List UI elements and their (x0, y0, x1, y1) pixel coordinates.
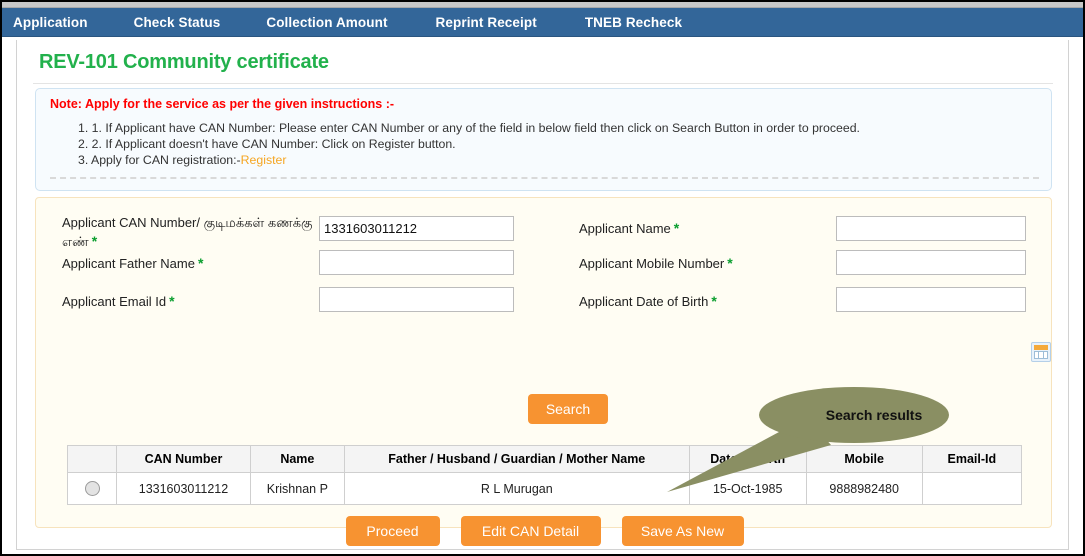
search-form-panel: Applicant CAN Number/ குடிமக்கள் கணக்கு … (35, 197, 1052, 546)
label-mobile-number: Applicant Mobile Number * (579, 254, 834, 273)
nav-item-application[interactable]: Application (13, 15, 88, 30)
nav-item-check-status[interactable]: Check Status (134, 15, 221, 30)
action-button-row: Proceed Edit CAN Detail Save As New (36, 516, 1053, 546)
note-instructions-list: 1. 1. If Applicant have CAN Number: Plea… (78, 120, 1038, 168)
row-radio-button[interactable] (84, 481, 100, 497)
email-id-input[interactable] (319, 287, 514, 312)
note-instruction-3: 3. Apply for CAN registration:-Register (78, 152, 1038, 168)
proceed-button[interactable]: Proceed (345, 516, 440, 546)
required-marker: * (169, 293, 175, 309)
edit-can-detail-button[interactable]: Edit CAN Detail (460, 516, 601, 546)
required-marker: * (197, 255, 204, 271)
instructions-note-box: Note: Apply for the service as per the g… (35, 88, 1052, 191)
note-dashed-divider (50, 177, 1039, 179)
search-button[interactable]: Search (528, 394, 608, 424)
required-marker: * (727, 255, 733, 271)
column-header-father-name: Father / Husband / Guardian / Mother Nam… (343, 445, 690, 473)
callout-label: Search results (825, 407, 923, 423)
main-navigation-bar: Application Check Status Collection Amou… (2, 8, 1083, 37)
required-marker: * (673, 220, 680, 236)
column-header-select (66, 445, 118, 473)
content-panel: REV-101 Community certificate Note: Appl… (16, 40, 1069, 550)
required-marker: * (711, 293, 717, 309)
required-marker: * (91, 233, 98, 249)
column-header-name: Name (249, 445, 345, 473)
note-instruction-3-text: 3. Apply for CAN registration:- (78, 153, 241, 167)
nav-item-tneb-recheck[interactable]: TNEB Recheck (585, 15, 682, 30)
label-date-of-birth: Applicant Date of Birth * (579, 292, 834, 311)
title-divider (33, 83, 1053, 84)
calendar-icon[interactable] (1031, 342, 1051, 362)
table-row[interactable]: 1331603011212 Krishnan P R L Murugan 15-… (66, 472, 1023, 505)
column-header-date-of-birth: Date of Birth (688, 445, 807, 473)
application-page: Application Check Status Collection Amou… (0, 0, 1085, 556)
label-email-id: Applicant Email Id * (62, 292, 317, 311)
column-header-can-number: CAN Number (116, 445, 251, 473)
date-of-birth-input[interactable] (836, 287, 1026, 312)
label-email-id-text: Applicant Email Id (62, 294, 167, 309)
nav-item-collection-amount[interactable]: Collection Amount (266, 15, 387, 30)
father-name-input[interactable] (319, 250, 514, 275)
row-mobile: 9888982480 (805, 472, 923, 505)
row-email-id (921, 472, 1023, 505)
note-instruction-2: 2. 2. If Applicant doesn't have CAN Numb… (78, 137, 456, 151)
note-heading: Note: Apply for the service as per the g… (50, 97, 395, 111)
table-header-row: CAN Number Name Father / Husband / Guard… (66, 445, 1023, 473)
label-can-number: Applicant CAN Number/ குடிமக்கள் கணக்கு … (62, 214, 317, 251)
row-father-name: R L Murugan (343, 472, 690, 505)
search-results-table: CAN Number Name Father / Husband / Guard… (66, 445, 1023, 505)
label-mobile-number-text: Applicant Mobile Number (579, 256, 725, 271)
register-link[interactable]: Register (241, 153, 287, 167)
row-date-of-birth: 15-Oct-1985 (688, 472, 807, 505)
applicant-name-input[interactable] (836, 216, 1026, 241)
note-instruction-1: 1. 1. If Applicant have CAN Number: Plea… (78, 121, 860, 135)
can-number-input[interactable] (319, 216, 514, 241)
mobile-number-input[interactable] (836, 250, 1026, 275)
page-title: REV-101 Community certificate (39, 51, 329, 73)
save-as-new-button[interactable]: Save As New (621, 516, 744, 546)
label-father-name: Applicant Father Name * (62, 254, 317, 273)
label-applicant-name-text: Applicant Name (579, 221, 671, 236)
calendar-icon-body (1034, 351, 1048, 359)
label-date-of-birth-text: Applicant Date of Birth (579, 294, 709, 309)
label-applicant-name: Applicant Name * (579, 219, 834, 238)
row-select-cell[interactable] (66, 472, 118, 505)
calendar-icon-header (1034, 345, 1048, 350)
nav-item-reprint-receipt[interactable]: Reprint Receipt (436, 15, 537, 30)
column-header-mobile: Mobile (805, 445, 923, 473)
label-father-name-text: Applicant Father Name (62, 256, 195, 271)
row-can-number: 1331603011212 (116, 472, 251, 505)
label-can-number-text: Applicant CAN Number/ குடிமக்கள் கணக்கு … (62, 215, 313, 249)
row-name: Krishnan P (249, 472, 345, 505)
column-header-email-id: Email-Id (921, 445, 1023, 473)
